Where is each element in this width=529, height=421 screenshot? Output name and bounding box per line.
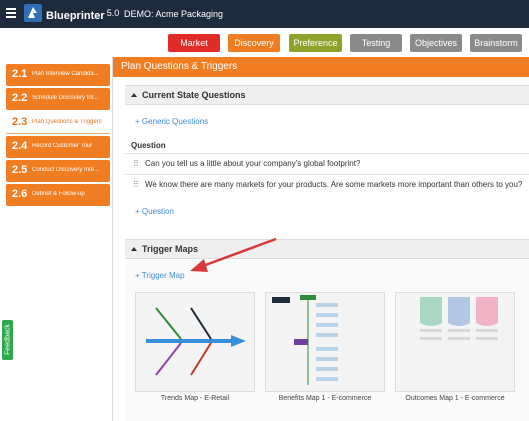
app-version: 5.0 [106,8,120,18]
question-row[interactable]: ⠿ Can you tell us a little about your co… [125,153,529,173]
tab-preference[interactable]: Preference [289,34,342,52]
drag-handle-icon[interactable]: ⠿ [133,159,139,168]
outcomes-map-thumbnail[interactable] [395,292,515,392]
step-2-5[interactable]: 2.5 Conduct Discovery Inte... [6,160,110,182]
step-2-4[interactable]: 2.4 Record Customer Tour [6,136,110,158]
fishbone-diagram-icon [136,293,254,391]
tab-discovery[interactable]: Discovery [228,34,280,52]
tab-market[interactable]: Market [168,34,220,52]
demo-label: DEMO: Acme Packaging [124,9,224,19]
tab-testing[interactable]: Testing [350,34,402,52]
trends-map-caption: Trends Map - E-Retail [160,395,230,402]
tree-diagram-icon [266,293,384,391]
trigger-maps-section-toggle[interactable]: Trigger Maps [125,239,529,259]
trends-map-thumbnail[interactable] [135,292,255,392]
add-question-link[interactable]: + Question [135,207,174,216]
app-name: Blueprinter 5.0 [46,8,120,22]
step-2-1[interactable]: 2.1 Plan Interview Candida... [6,64,110,86]
blueprinter-logo-icon [24,4,42,22]
current-state-section-toggle[interactable]: Current State Questions [125,85,529,105]
step-2-6[interactable]: 2.6 Debrief & Follow-up [6,184,110,206]
outcomes-map-caption: Outcomes Map 1 - E-commerce [405,395,505,402]
main-panel: Plan Questions & Triggers Current State … [112,57,529,421]
benefits-map-thumbnail[interactable] [265,292,385,392]
outcomes-diagram-icon [396,293,514,391]
menu-icon[interactable] [6,8,16,18]
step-list: 2.1 Plan Interview Candida... 2.2 Schedule… [6,64,110,208]
question-column-header: Question [131,141,166,150]
tab-brainstorm[interactable]: Brainstorm [470,34,522,52]
drag-handle-icon[interactable]: ⠿ [133,180,139,189]
feedback-button[interactable]: Feedback [2,320,13,360]
caret-up-icon [131,93,137,97]
benefits-map-caption: Benefits Map 1 - E-commerce [278,395,372,402]
tab-objectives[interactable]: Objectives [410,34,462,52]
page-title: Plan Questions & Triggers [113,57,529,77]
add-generic-questions-link[interactable]: + Generic Questions [135,117,208,126]
caret-up-icon [131,247,137,251]
step-2-3[interactable]: 2.3 Plan Questions & Triggers [6,112,110,134]
add-trigger-map-link[interactable]: + Trigger Map [135,271,185,280]
top-bar: Blueprinter 5.0 DEMO: Acme Packaging [0,0,529,28]
step-2-2[interactable]: 2.2 Schedule Discovery Int... [6,88,110,110]
question-row[interactable]: ⠿ We know there are many markets for you… [125,174,529,194]
